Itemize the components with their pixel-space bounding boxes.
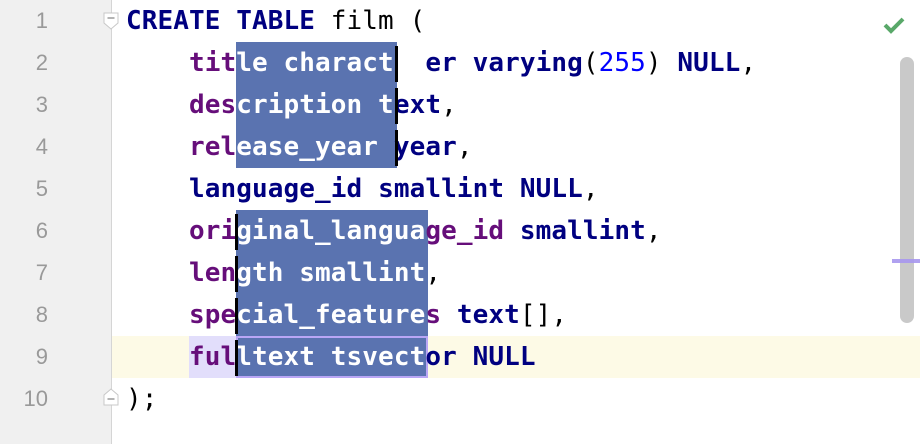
selected-code-token: ginal_langua <box>236 216 426 246</box>
caret <box>235 298 238 334</box>
code-token: tit <box>189 48 237 78</box>
code-line[interactable]: CREATE TABLE film ( <box>126 0 425 42</box>
selected-code-token: ease_year <box>236 132 394 162</box>
code-line[interactable]: special_features text[], <box>126 294 567 336</box>
vertical-scrollbar[interactable] <box>900 57 914 323</box>
caret <box>235 214 238 250</box>
code-line[interactable]: description text, <box>126 84 457 126</box>
code-token: ) <box>645 48 678 78</box>
fold-end-icon[interactable] <box>103 388 119 406</box>
line-number: 1 <box>35 8 48 33</box>
code-token: or NULL <box>425 342 536 372</box>
code-token: language_id <box>189 174 363 204</box>
line-number: 9 <box>35 344 48 369</box>
code-line[interactable]: ); <box>126 378 158 420</box>
code-token: spe <box>189 300 237 330</box>
code-token: s <box>425 300 442 330</box>
line-number: 5 <box>35 176 48 201</box>
code-token: smallint <box>519 216 646 246</box>
code-token: rel <box>189 132 237 162</box>
line-number: 8 <box>35 302 48 327</box>
code-token: , <box>582 174 599 204</box>
code-token: text <box>456 300 520 330</box>
caret <box>395 88 398 124</box>
code-token: , <box>441 90 457 120</box>
code-token: , <box>740 48 757 78</box>
code-token: ( <box>582 48 599 78</box>
code-token: [], <box>519 300 568 330</box>
code-token: 255 <box>598 48 646 78</box>
code-token: ori <box>189 216 237 246</box>
inspection-ok-check-icon[interactable] <box>882 14 906 36</box>
line-number: 2 <box>35 50 48 75</box>
selected-code-token: cription t <box>236 90 394 120</box>
code-token: , <box>425 258 442 288</box>
code-token: CREATE TABLE <box>126 6 316 36</box>
caret <box>235 256 238 292</box>
caret <box>395 130 398 166</box>
code-token: year <box>393 132 457 162</box>
code-line[interactable]: language_id smallint NULL, <box>126 168 599 210</box>
code-line[interactable]: fulltext tsvector NULL <box>126 336 536 378</box>
code-token: NULL <box>677 48 741 78</box>
line-number-gutter: 1 2 3 4 5 6 7 8 9 10 <box>0 0 112 444</box>
code-token: len <box>189 258 237 288</box>
caret <box>235 340 238 376</box>
code-token: ful <box>189 342 237 372</box>
line-number: 6 <box>35 218 48 243</box>
code-token: er varying <box>425 48 583 78</box>
line-number: 4 <box>35 134 48 159</box>
selected-code-token: ltext tsvect <box>236 342 426 372</box>
code-token: des <box>189 90 237 120</box>
code-line[interactable]: original_language_id smallint, <box>126 210 662 252</box>
code-token: smallint NULL <box>378 174 583 204</box>
fold-collapse-icon[interactable] <box>103 12 119 30</box>
code-token: ge_id <box>425 216 505 246</box>
selected-code-token: cial_feature <box>236 300 426 330</box>
code-line[interactable]: release_year year, <box>126 126 473 168</box>
line-number: 7 <box>35 260 48 285</box>
selected-code-token: gth smallint <box>236 258 426 288</box>
code-line[interactable]: title characterer varying(255) NULL, <box>126 42 756 84</box>
code-line[interactable]: length smallint, <box>126 252 441 294</box>
code-token: ext <box>393 90 442 120</box>
code-token: film ( <box>315 6 426 36</box>
line-number: 10 <box>23 386 48 411</box>
caret <box>395 46 398 82</box>
code-token: , <box>645 216 662 246</box>
code-token: , <box>456 132 473 162</box>
code-token: ); <box>126 384 158 414</box>
line-number: 3 <box>35 92 48 117</box>
scrollbar-selection-marker <box>892 259 920 263</box>
